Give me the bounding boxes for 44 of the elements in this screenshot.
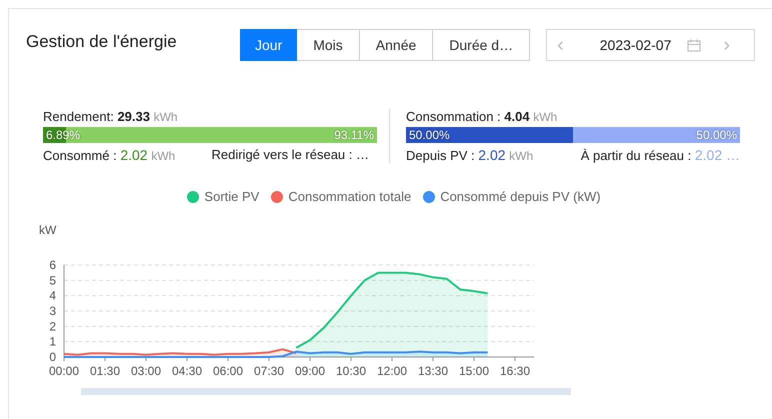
x-tick-label: 15:00 <box>458 364 490 378</box>
legend-dot[interactable] <box>271 190 284 202</box>
x-tick-label: 03:00 <box>130 364 162 378</box>
x-tick-label: 00:00 <box>48 364 80 378</box>
x-tick-label: 12:00 <box>376 364 408 378</box>
share-percent: 6.89% <box>46 127 80 143</box>
stat-detail: Redirigé vers le réseau : … <box>211 147 369 163</box>
period-tab[interactable]: Jour <box>240 29 298 61</box>
legend-label[interactable]: Consommation totale <box>288 189 412 204</box>
stat-detail: À partir du réseau : 2.02 … <box>580 147 740 163</box>
stat-detail: Depuis PV : 2.02 kWh <box>406 147 534 163</box>
stat-heading: Rendement: 29.33 kWh <box>43 109 179 124</box>
x-tick-label: 01:30 <box>90 364 120 378</box>
x-tick-label: 10:30 <box>336 364 366 378</box>
x-tick-label: 16:30 <box>500 364 530 378</box>
legend-label[interactable]: Sortie PV <box>204 189 260 204</box>
share-percent: 50.00% <box>696 127 737 143</box>
stat-detail: Consommé : 2.02 kWh <box>43 147 176 163</box>
y-tick-label: 6 <box>49 258 56 272</box>
share-percent: 93.11% <box>334 127 374 143</box>
x-tick-label: 13:30 <box>418 364 448 378</box>
calendar-icon <box>687 38 702 52</box>
x-tick-label: 06:00 <box>212 364 244 378</box>
x-tick-label: 07:30 <box>254 364 284 378</box>
legend-dot[interactable] <box>187 190 200 202</box>
date-value: 2023-02-07 <box>600 37 672 53</box>
y-tick-label: 2 <box>49 319 56 334</box>
page-title: Gestion de l'énergie <box>26 32 178 52</box>
legend-label[interactable]: Consommé depuis PV (kW) <box>440 189 601 204</box>
y-tick-label: 4 <box>49 288 56 303</box>
x-tick-label: 04:30 <box>172 364 202 378</box>
y-tick-label: 1 <box>49 334 56 349</box>
legend-dot[interactable] <box>423 190 436 202</box>
y-tick-label: 0 <box>49 350 56 364</box>
axis-unit-label: kW <box>39 223 56 237</box>
y-tick-label: 3 <box>49 304 56 318</box>
period-tab[interactable]: Mois <box>297 29 360 61</box>
stat-heading: Consommation : 4.04 kWh <box>406 109 558 124</box>
y-tick-label: 5 <box>49 273 56 288</box>
x-tick-label: 09:00 <box>294 364 326 378</box>
zoom-slider[interactable] <box>81 388 571 395</box>
period-tab[interactable]: Année <box>360 29 434 61</box>
period-tab[interactable]: Durée d… <box>433 29 530 61</box>
share-percent: 50.00% <box>409 127 450 143</box>
